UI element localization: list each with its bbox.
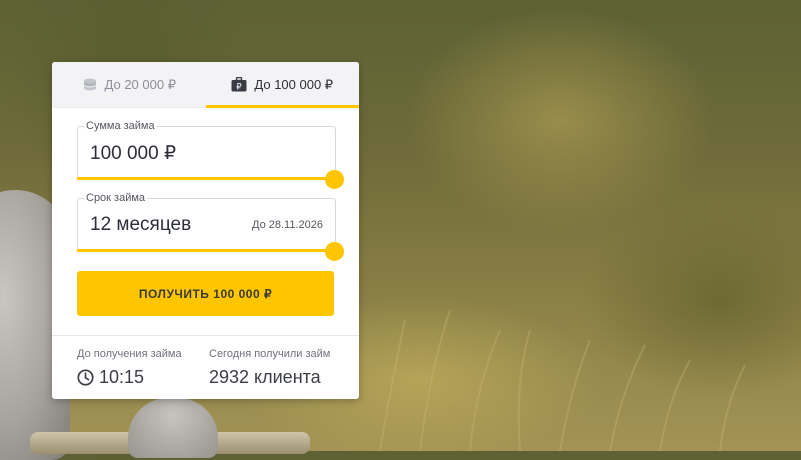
loan-amount-label: Сумма займа xyxy=(84,120,157,133)
loan-amount-slider-track[interactable] xyxy=(77,177,335,180)
clients-today-value: 2932 клиента xyxy=(209,367,321,387)
loan-term-due-date: До 28.11.2026 xyxy=(252,219,323,231)
loan-term-field[interactable]: Срок займа 12 месяцев До 28.11.2026 xyxy=(77,192,344,261)
get-loan-button[interactable]: ПОЛУЧИТЬ 100 000 ₽ xyxy=(77,271,334,316)
time-to-loan-label: До получения займа xyxy=(77,348,182,360)
clients-today-stat: Сегодня получили займ 2932 клиента xyxy=(209,348,330,388)
loan-tabs: До 20 000 ₽ ₽ До 100 000 ₽ xyxy=(52,62,359,108)
loan-amount-value: 100 000 ₽ xyxy=(90,143,177,164)
time-to-loan-value: 10:15 xyxy=(99,367,145,387)
clients-today-label: Сегодня получили займ xyxy=(209,348,331,360)
ruble-briefcase-icon: ₽ xyxy=(231,77,247,92)
time-to-loan-stat: До получения займа 10:15 xyxy=(77,348,182,388)
tab-label: До 100 000 ₽ xyxy=(254,76,334,92)
coins-stack-icon xyxy=(82,77,98,93)
svg-text:₽: ₽ xyxy=(237,82,243,92)
loan-amount-field[interactable]: Сумма займа 100 000 ₽ xyxy=(77,120,344,189)
time-to-loan-row: 10:15 xyxy=(77,367,182,388)
tab-up-to-20000[interactable]: До 20 000 ₽ xyxy=(52,62,206,107)
loan-term-slider-track[interactable] xyxy=(77,249,335,252)
loan-term-slider-thumb[interactable] xyxy=(325,242,344,261)
loan-amount-slider-thumb[interactable] xyxy=(325,170,344,189)
clock-icon xyxy=(77,369,94,386)
loan-calculator-card: До 20 000 ₽ ₽ До 100 000 ₽ Сумма займа 1… xyxy=(52,62,359,399)
loan-term-value: 12 месяцев xyxy=(90,214,192,235)
loan-term-label: Срок займа xyxy=(84,192,148,205)
tab-label: До 20 000 ₽ xyxy=(104,76,176,92)
tab-up-to-100000[interactable]: ₽ До 100 000 ₽ xyxy=(205,62,359,108)
divider xyxy=(52,335,359,336)
